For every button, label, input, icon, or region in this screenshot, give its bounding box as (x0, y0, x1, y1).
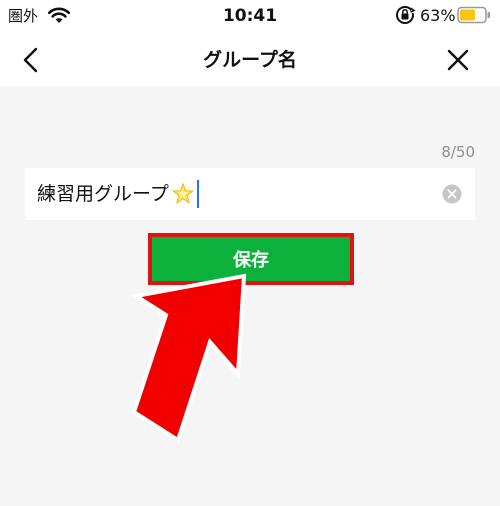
text-cursor (196, 180, 199, 208)
page-title: グループ名 (203, 49, 297, 71)
chevron-left-icon (23, 47, 38, 73)
character-count: 8/50 (441, 143, 475, 161)
group-name-value: 練習用グループ (37, 183, 169, 205)
clear-circle-icon[interactable] (442, 184, 462, 204)
glowing-star-icon (171, 182, 194, 204)
close-icon (447, 49, 469, 71)
nav-bar: グループ名 (0, 34, 500, 86)
status-bar: 圏外 10:41 63% (0, 0, 500, 34)
back-button[interactable] (14, 42, 50, 78)
group-name-input[interactable]: 練習用グループ (37, 168, 199, 220)
close-button[interactable] (440, 42, 476, 78)
battery-percent: 63% (420, 6, 456, 25)
group-name-field[interactable]: 練習用グループ (25, 168, 475, 220)
orientation-lock-icon (396, 6, 416, 24)
save-button[interactable]: 保存 (152, 237, 350, 281)
battery-icon (457, 6, 490, 24)
